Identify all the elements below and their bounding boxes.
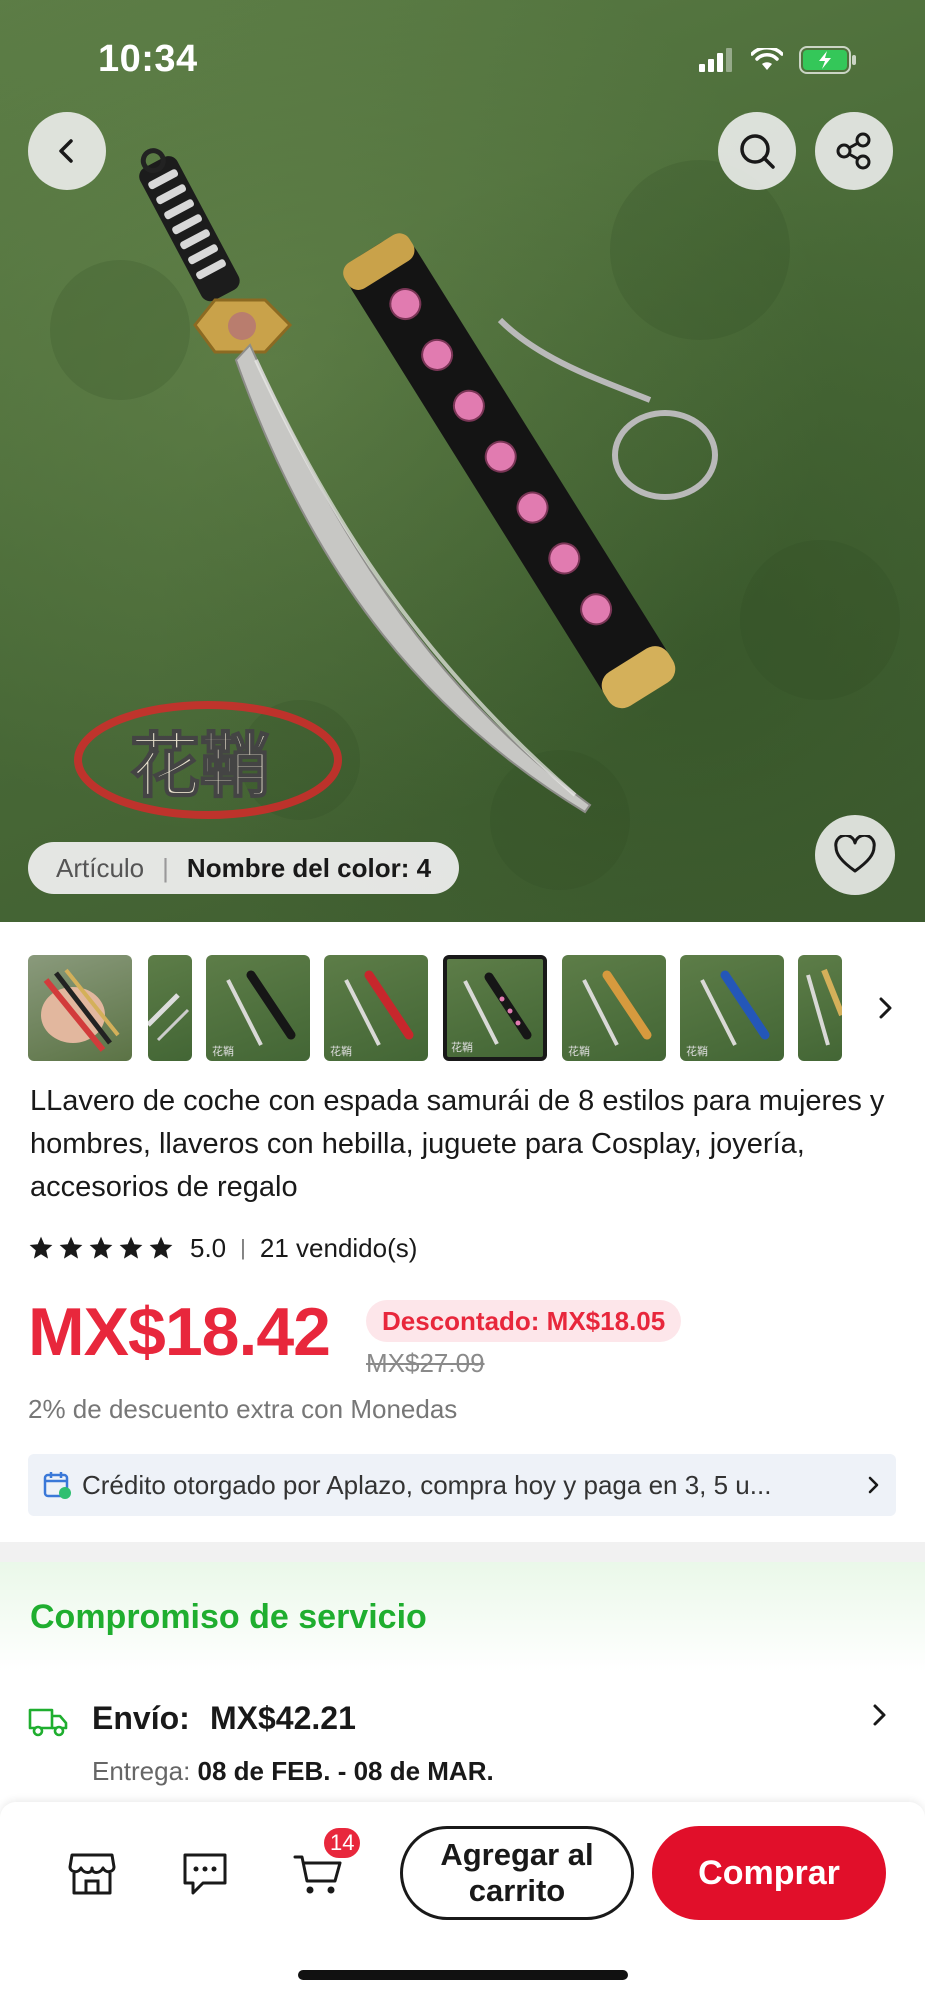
share-button[interactable] [815, 112, 893, 190]
star-icon [149, 1236, 173, 1259]
thumbnail-watermark: 花鞘 [451, 1040, 473, 1054]
product-hero-image[interactable]: 花鞘 10:34 Artículo | Nombre del color: 4 [0, 0, 925, 922]
shipping-price: MX$42.21 [210, 1700, 356, 1736]
chevron-right-icon [868, 1476, 879, 1494]
star-rating [28, 1235, 174, 1261]
search-icon [740, 134, 775, 169]
variant-label: Artículo [56, 852, 145, 883]
variant-selector[interactable]: Artículo | Nombre del color: 4 [28, 842, 460, 894]
thumbnail-4[interactable]: 花鞘 [324, 955, 428, 1061]
back-icon [59, 139, 73, 163]
cart-count-badge: 14 [322, 1826, 363, 1860]
thumbnail-image [806, 968, 842, 1046]
store-button[interactable] [62, 1844, 122, 1904]
thumbnail-3[interactable]: 花鞘 [206, 955, 310, 1061]
thumbnail-watermark: 花鞘 [686, 1044, 708, 1058]
shipping-label: Envío: [92, 1700, 190, 1736]
thumbnail-image: 花鞘 [330, 970, 414, 1058]
add-to-cart-button[interactable]: Agregar al carrito [400, 1826, 634, 1920]
rating-divider: | [240, 1235, 246, 1260]
store-icon [68, 1853, 116, 1895]
star-icon [29, 1236, 53, 1259]
status-time: 10:34 [98, 38, 198, 80]
credit-banner[interactable]: Crédito otorgado por Aplazo, compra hoy … [28, 1454, 896, 1516]
battery-icon [799, 46, 856, 74]
star-icon [59, 1236, 83, 1259]
variant-value: Nombre del color: 4 [186, 852, 432, 883]
coins-discount-text[interactable]: 2% de descuento extra con Monedas [28, 1394, 457, 1425]
rating-row[interactable]: 5.0 | 21 vendido(s) [28, 1228, 417, 1268]
thumbnail-image: 花鞘 [568, 970, 652, 1058]
star-icon [89, 1236, 113, 1259]
thumbnail-8[interactable] [798, 955, 842, 1061]
delivery-label: Entrega: [92, 1756, 191, 1786]
service-title: Compromiso de servicio [30, 1598, 427, 1636]
thumbnail-watermark: 花鞘 [568, 1044, 590, 1058]
back-button[interactable] [28, 112, 106, 190]
delivery-dates: 08 de FEB. - 08 de MAR. [197, 1756, 494, 1786]
thumbnail-1[interactable] [28, 955, 132, 1061]
thumbnail-6[interactable]: 花鞘 [562, 955, 666, 1061]
search-button[interactable] [718, 112, 796, 190]
product-title: LLavero de coche con espada samurái de 8… [30, 1085, 885, 1203]
thumbnail-image: 花鞘 [451, 972, 532, 1054]
status-bar: 10:34 [0, 0, 925, 110]
current-price: MX$18.42 [28, 1294, 331, 1370]
product-page: 花鞘 10:34 Artículo | Nombre del color: 4 … [0, 0, 925, 2000]
service-commitment-header: Compromiso de servicio [0, 1562, 925, 1672]
home-indicator[interactable] [298, 1970, 628, 1980]
star-icon [119, 1236, 143, 1259]
thumbnail-image [148, 993, 190, 1042]
rating-value: 5.0 [190, 1232, 227, 1263]
shipping-row[interactable]: Envío: MX$42.21 Entrega: 08 de FEB. - 08… [0, 1690, 925, 1790]
thumbnail-next-button[interactable] [860, 983, 910, 1033]
buy-now-button[interactable]: Comprar [652, 1826, 886, 1920]
calendar-icon [43, 1472, 71, 1499]
heart-icon [834, 835, 876, 873]
truck-icon [28, 1708, 68, 1737]
thumbnail-watermark: 花鞘 [330, 1044, 352, 1058]
wifi-icon [751, 48, 783, 70]
chat-icon [183, 1853, 227, 1895]
discount-badge: Descontado: MX$18.05 [366, 1300, 682, 1342]
thumbnail-strip: 花鞘 花鞘 花鞘 花鞘 花鞘 [0, 955, 925, 1061]
chevron-right-icon [879, 997, 892, 1019]
thumbnail-7[interactable]: 花鞘 [680, 955, 784, 1061]
thumbnail-watermark: 花鞘 [212, 1044, 234, 1058]
original-price: MX$27.09 [366, 1348, 485, 1378]
section-divider [0, 1542, 925, 1562]
share-icon [836, 132, 871, 170]
credit-text: Crédito otorgado por Aplazo, compra hoy … [82, 1469, 772, 1500]
thumbnail-2[interactable] [148, 955, 192, 1061]
chat-button[interactable] [175, 1844, 235, 1904]
wishlist-button[interactable] [815, 815, 895, 895]
variant-separator: | [162, 852, 169, 883]
chevron-right-icon [873, 1704, 886, 1726]
thumbnail-image: 花鞘 [686, 970, 770, 1058]
thumbnail-image: 花鞘 [212, 970, 296, 1058]
signal-icon [699, 48, 732, 72]
thumbnail-image [41, 968, 120, 1052]
thumbnail-5-selected[interactable]: 花鞘 [443, 955, 547, 1061]
hero-watermark: 花鞘 [130, 725, 270, 807]
status-icons [699, 46, 857, 74]
delivery-estimate: Entrega: 08 de FEB. - 08 de MAR. [92, 1756, 494, 1787]
sold-count: 21 vendido(s) [259, 1232, 418, 1263]
